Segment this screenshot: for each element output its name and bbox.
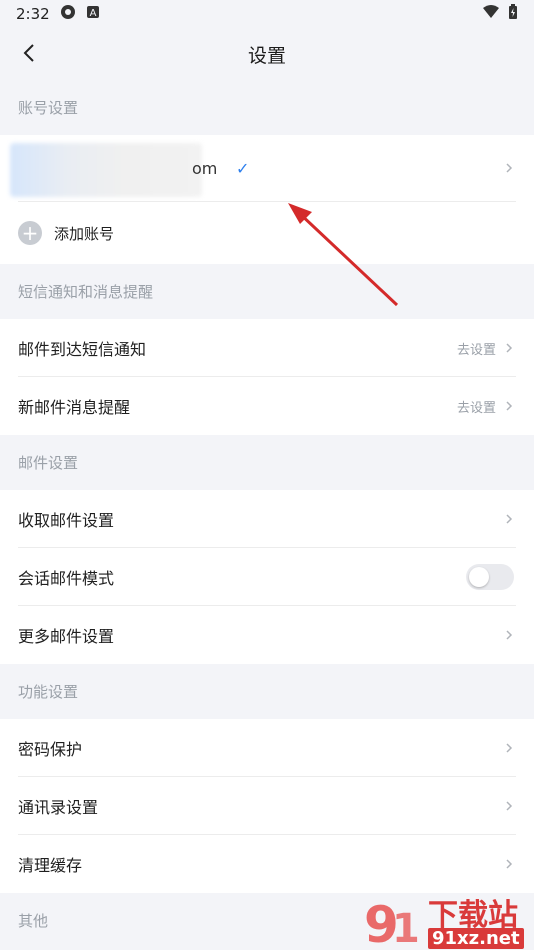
- chevron-right-icon: [506, 801, 513, 811]
- row-label: 密码保护: [18, 740, 83, 759]
- plus-circle-icon: +: [18, 221, 42, 245]
- section-header-mail: 邮件设置: [0, 435, 534, 490]
- sms-arrival-notify-row[interactable]: 邮件到达短信通知 去设置: [0, 319, 534, 377]
- new-mail-reminder-row[interactable]: 新邮件消息提醒 去设置: [0, 377, 534, 435]
- sms-group: 邮件到达短信通知 去设置 新邮件消息提醒 去设置: [0, 319, 534, 435]
- chevron-right-icon: [506, 630, 513, 640]
- go-settings-hint: 去设置: [456, 400, 496, 416]
- row-label: 邮件到达短信通知: [18, 340, 147, 359]
- chevron-right-icon: [506, 859, 513, 869]
- add-account-label: 添加账号: [54, 224, 115, 243]
- chrome-icon: [60, 4, 76, 24]
- more-mail-settings-row[interactable]: 更多邮件设置: [0, 606, 534, 664]
- row-label: 新邮件消息提醒: [18, 398, 131, 417]
- back-button[interactable]: [14, 38, 44, 68]
- chevron-left-icon: [23, 44, 34, 62]
- password-protection-row[interactable]: 密码保护: [0, 719, 534, 777]
- contacts-settings-row[interactable]: 通讯录设置: [0, 777, 534, 835]
- status-bar: 2:32 A: [0, 0, 534, 28]
- section-header-features: 功能设置: [0, 664, 534, 719]
- row-label: 通讯录设置: [18, 798, 99, 817]
- battery-icon: [508, 4, 518, 24]
- account-group: om ✓ + 添加账号: [0, 135, 534, 264]
- section-header-sms: 短信通知和消息提醒: [0, 264, 534, 319]
- section-header-account: 账号设置: [0, 80, 534, 135]
- watermark-url: 91xz.net: [428, 928, 524, 949]
- svg-text:A: A: [89, 8, 96, 19]
- clear-cache-row[interactable]: 清理缓存: [0, 835, 534, 893]
- account-row[interactable]: om ✓: [0, 135, 534, 201]
- watermark-91-logo-icon: 9 1: [364, 896, 420, 950]
- conversation-mode-toggle[interactable]: [466, 564, 514, 590]
- features-group: 密码保护 通讯录设置 清理缓存: [0, 719, 534, 893]
- go-settings-hint: 去设置: [456, 342, 496, 358]
- row-label: 收取邮件设置: [18, 511, 115, 530]
- row-label: 更多邮件设置: [18, 627, 115, 646]
- mail-group: 收取邮件设置 会话邮件模式 更多邮件设置: [0, 490, 534, 664]
- a-badge-icon: A: [86, 5, 100, 23]
- account-email-suffix: om: [192, 158, 218, 178]
- wifi-icon: [482, 5, 500, 23]
- chevron-right-icon: [506, 401, 513, 411]
- watermark-logo: 9 1 下载站 91xz.net: [362, 890, 534, 950]
- chevron-right-icon: [506, 514, 513, 524]
- conversation-mode-row: 会话邮件模式: [0, 548, 534, 606]
- row-label: 清理缓存: [18, 856, 83, 875]
- nav-bar: 设置: [0, 28, 534, 80]
- chevron-right-icon: [506, 163, 513, 173]
- chevron-right-icon: [506, 343, 513, 353]
- add-account-button[interactable]: + 添加账号: [0, 202, 534, 264]
- page-title: 设置: [247, 44, 286, 67]
- chevron-right-icon: [506, 743, 513, 753]
- status-time: 2:32: [16, 5, 50, 23]
- check-icon: ✓: [236, 158, 250, 178]
- toggle-knob: [469, 567, 489, 587]
- blurred-account-email: [10, 143, 202, 197]
- row-label: 会话邮件模式: [18, 569, 115, 588]
- svg-text:1: 1: [392, 906, 420, 950]
- receive-mail-settings-row[interactable]: 收取邮件设置: [0, 490, 534, 548]
